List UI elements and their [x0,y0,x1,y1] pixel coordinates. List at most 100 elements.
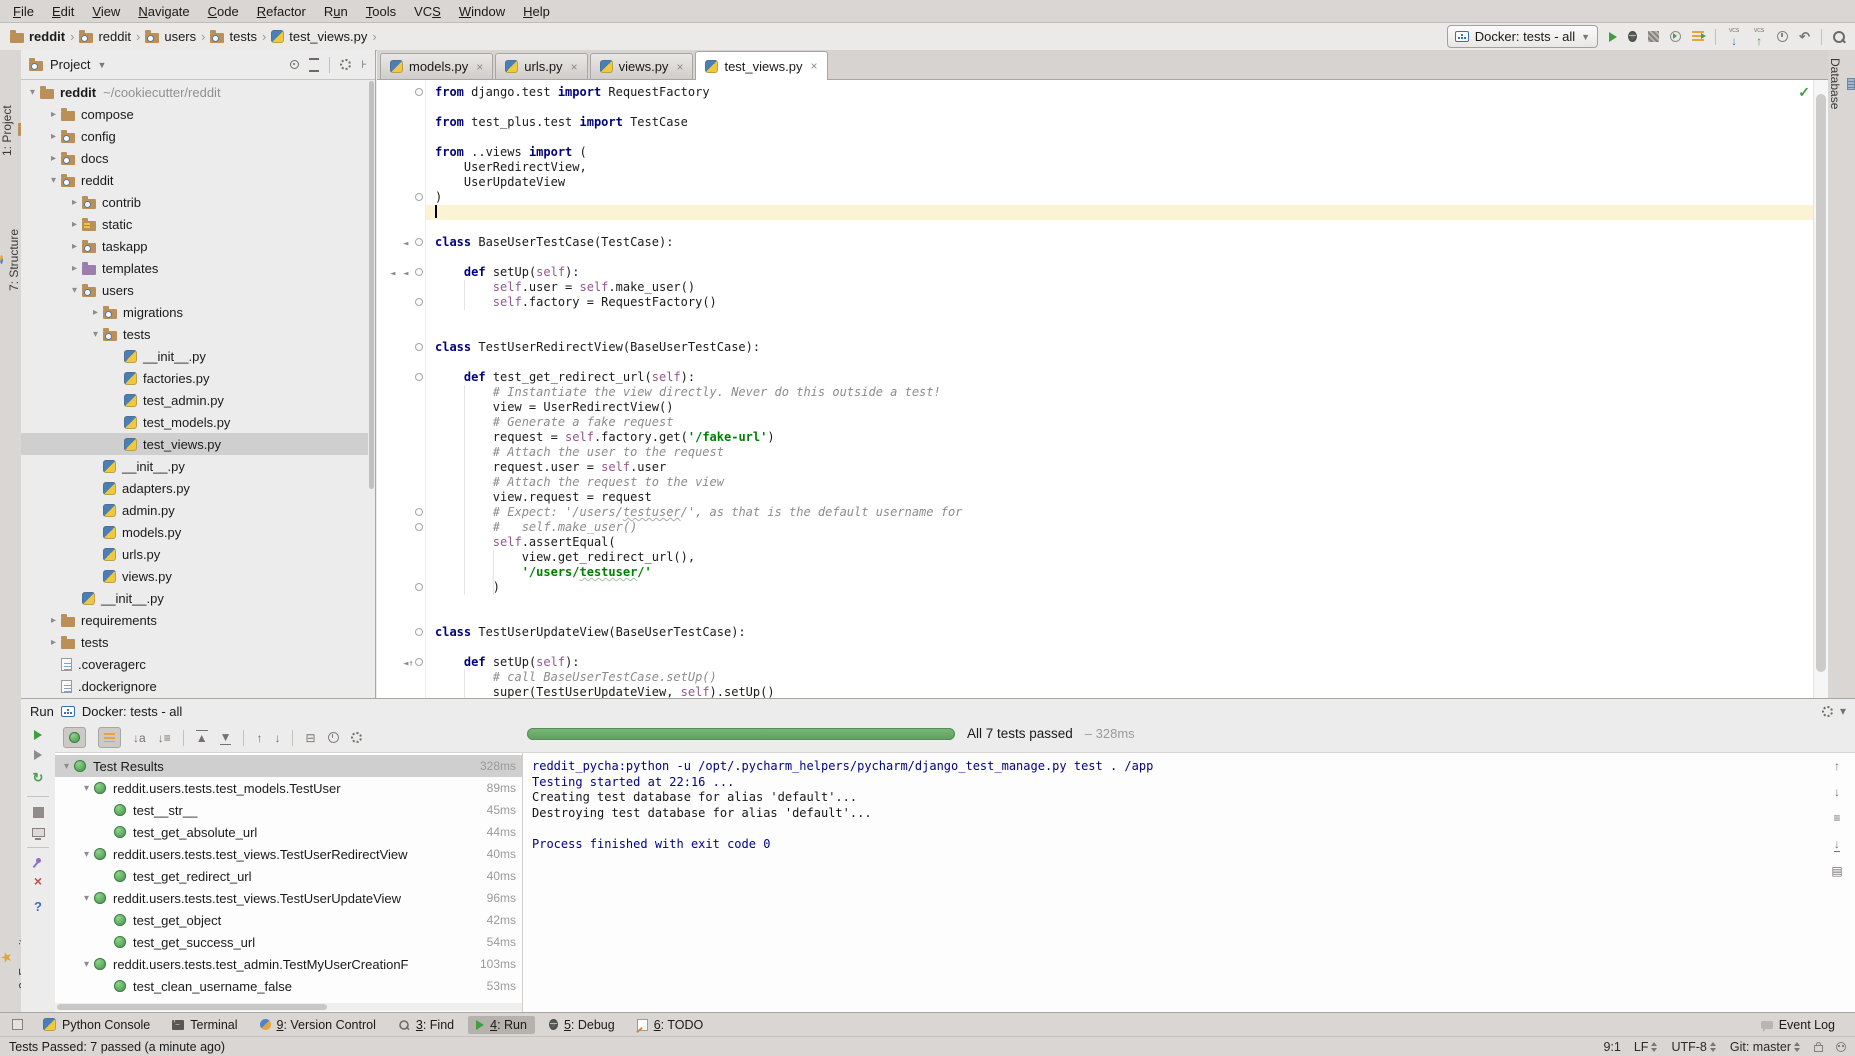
test-tree-hscrollbar[interactable] [55,1003,522,1011]
editor-tab[interactable]: urls.py× [495,53,587,79]
menu-code[interactable]: Code [199,2,248,21]
close-panel-button[interactable]: × [34,873,42,889]
breadcrumb-item[interactable]: reddit [10,29,65,44]
print-button[interactable]: ▤ [1831,864,1842,878]
close-icon[interactable]: × [571,60,578,74]
run-button[interactable] [1609,32,1617,42]
scrollbar-thumb[interactable] [1816,94,1826,672]
tree-chevron-icon[interactable]: ▾ [88,329,103,340]
test-result-row[interactable]: ▾reddit.users.tests.test_views.TestUserU… [55,887,522,909]
vcs-commit-button[interactable]: ↑ [1752,29,1766,45]
fold-marker-icon[interactable] [415,343,423,351]
tree-item[interactable]: factories.py [21,367,368,389]
menu-help[interactable]: Help [514,2,559,21]
tool-window-button-terminal[interactable]: Terminal [164,1016,245,1034]
run-test-gutter-icon[interactable]: ◄ [390,267,395,282]
encoding-select[interactable]: UTF-8 [1671,1040,1716,1054]
tree-item[interactable]: urls.py [21,543,368,565]
tree-item[interactable]: ▸migrations [21,301,368,323]
tool-window-button-python-console[interactable]: Python Console [35,1016,158,1034]
scroll-to-end-button[interactable]: ↓ [1834,837,1840,852]
tree-chevron-icon[interactable]: ▸ [67,263,82,274]
tree-item[interactable]: __init__.py [21,345,368,367]
scroll-down-button[interactable]: ↓ [1834,785,1840,799]
test-history-button[interactable] [328,732,339,743]
test-result-row[interactable]: test__str__45ms [55,799,522,821]
scroll-from-source-button[interactable] [309,58,319,72]
sort-by-duration-button[interactable]: ↓≡ [158,731,171,745]
hide-panel-icon[interactable]: ▾ [1840,704,1846,718]
editor-tab[interactable]: models.py× [380,53,493,79]
menu-tools[interactable]: Tools [357,2,405,21]
code-area[interactable]: from django.test import RequestFactoryfr… [377,80,1828,698]
tree-chevron-icon[interactable]: ▾ [79,893,94,904]
sidebar-tab-project[interactable]: 1: Project [0,88,21,174]
fold-marker-icon[interactable] [415,658,423,666]
tree-chevron-icon[interactable]: ▸ [46,615,61,626]
fold-marker-icon[interactable] [415,268,423,276]
toggle-auto-test-button[interactable]: ↻ [33,770,44,786]
search-everywhere-icon[interactable] [1833,31,1845,43]
menu-edit[interactable]: Edit [43,2,83,21]
gear-icon[interactable] [1822,706,1833,717]
tree-item[interactable]: test_models.py [21,411,368,433]
tree-chevron-icon[interactable]: ▾ [59,761,74,772]
test-result-row[interactable]: ▾reddit.users.tests.test_admin.TestMyUse… [55,953,522,975]
menu-run[interactable]: Run [315,2,357,21]
help-button[interactable]: ? [34,899,42,914]
run-test-gutter-icon[interactable]: ◄ [403,237,408,252]
options-gear-button[interactable] [351,732,362,743]
sidebar-tab-favorites[interactable]: ★ 2: Favorites [0,910,21,1005]
import-results-button[interactable]: ⊟ [305,731,315,745]
coverage-button[interactable] [1648,31,1659,42]
test-result-row[interactable]: test_get_success_url54ms [55,931,522,953]
tree-chevron-icon[interactable]: ▸ [88,307,103,318]
tree-item[interactable]: ▾tests [21,323,368,345]
test-result-row[interactable]: test_get_absolute_url44ms [55,821,522,843]
tree-item[interactable]: ▸docs [21,147,368,169]
tree-item[interactable]: ▸contrib [21,191,368,213]
editor-tab[interactable]: test_views.py× [695,51,827,80]
tree-item[interactable]: __init__.py [21,587,368,609]
vcs-update-button[interactable]: ↓ [1727,29,1741,45]
tree-item[interactable]: ▸requirements [21,609,368,631]
tree-chevron-icon[interactable]: ▾ [46,175,61,186]
collapse-all-button[interactable]: ▼ [220,730,232,745]
project-tree-scrollbar[interactable] [369,81,374,489]
tree-chevron-icon[interactable]: ▾ [25,87,40,98]
tree-chevron-icon[interactable]: ▸ [46,637,61,648]
line-ending-select[interactable]: LF [1634,1040,1659,1054]
sidebar-tab-structure[interactable]: 7: Structure [0,210,21,310]
tree-chevron-icon[interactable]: ▾ [67,285,82,296]
stop-button[interactable] [33,807,44,818]
hide-panel-button[interactable]: ⊦ [361,58,367,71]
menu-vcs[interactable]: VCS [405,2,450,21]
test-result-row[interactable]: test_clean_username_success50ms [55,997,522,1002]
test-result-row[interactable]: test_clean_username_false53ms [55,975,522,997]
fold-marker-icon[interactable] [415,298,423,306]
menu-file[interactable]: File [4,2,43,21]
tool-window-button-6-todo[interactable]: 6: TODO [629,1016,712,1034]
tree-item[interactable]: __init__.py [21,455,368,477]
tree-chevron-icon[interactable]: ▸ [46,153,61,164]
tree-item[interactable]: adapters.py [21,477,368,499]
sidebar-tab-database[interactable]: Database [1828,58,1855,109]
breadcrumb-item[interactable]: users [145,29,196,44]
hector-inspections-icon[interactable] [1836,1042,1846,1052]
tree-item[interactable]: ▸static [21,213,368,235]
tree-item[interactable]: ▸tests [21,631,368,653]
debug-button[interactable] [1628,31,1637,42]
sort-alphabetically-button[interactable]: ↓a [133,731,146,745]
run-test-gutter-icon[interactable]: ◄↑ [403,657,414,672]
close-icon[interactable]: × [476,60,483,74]
fold-marker-icon[interactable] [415,193,423,201]
close-icon[interactable]: × [676,60,683,74]
rerun-tests-button[interactable] [34,730,42,740]
test-result-row[interactable]: ▾Test Results328ms [55,755,522,777]
tree-chevron-icon[interactable]: ▸ [67,241,82,252]
test-result-row[interactable]: ▾reddit.users.tests.test_models.TestUser… [55,777,522,799]
editor-tab[interactable]: views.py× [590,53,694,79]
tree-chevron-icon[interactable]: ▸ [46,109,61,120]
tree-chevron-icon[interactable]: ▾ [79,783,94,794]
tree-item[interactable]: ▾reddit~/cookiecutter/reddit [21,81,368,103]
